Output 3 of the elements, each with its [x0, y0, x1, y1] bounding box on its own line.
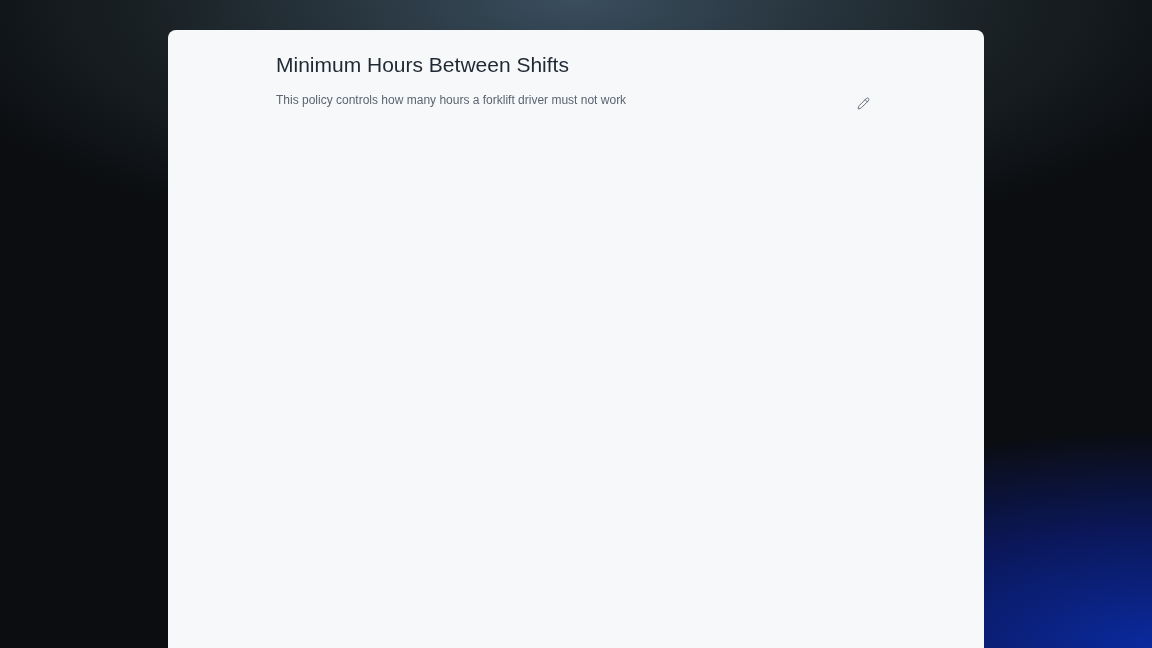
policy-description: This policy controls how many hours a forklift driver must not work — [276, 92, 627, 109]
edit-icon[interactable] — [857, 96, 870, 110]
policy-title: Minimum Hours Between Shifts — [276, 52, 570, 78]
